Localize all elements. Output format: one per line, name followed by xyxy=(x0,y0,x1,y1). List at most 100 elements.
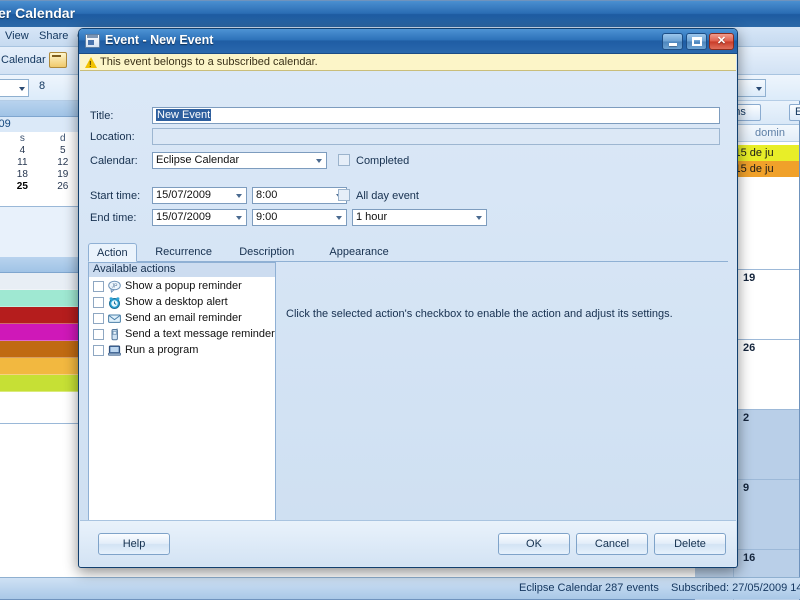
location-input[interactable] xyxy=(152,128,720,145)
event-dialog: Event - New Event ✕ This event belongs t… xyxy=(78,28,738,568)
action-list-item[interactable]: Show a desktop alert xyxy=(89,295,275,311)
action-list-item[interactable]: Run a program xyxy=(89,343,275,359)
tab-appearance[interactable]: Appearance xyxy=(321,243,396,262)
mini-calendar-week: 2223242526 xyxy=(0,180,83,192)
action-checkbox[interactable] xyxy=(93,329,104,340)
mini-calendar-days: 1234589101112151617181922232425262930 xyxy=(0,144,83,204)
mini-calendar-day[interactable]: 25 xyxy=(2,180,42,192)
tab-description[interactable]: Description xyxy=(231,243,302,262)
calendar-list-item[interactable]: s xyxy=(0,273,83,290)
action-checkbox[interactable] xyxy=(93,297,104,308)
mobile-phone-icon xyxy=(108,328,121,341)
completed-checkbox[interactable] xyxy=(338,154,350,166)
end-date-select[interactable]: 15/07/2009 xyxy=(152,209,247,226)
mini-calendar-day[interactable]: 4 xyxy=(2,144,42,156)
action-checkbox[interactable] xyxy=(93,345,104,356)
calendar-list-item[interactable]: ristian Holidays xyxy=(0,341,83,358)
week-day-number: 19 xyxy=(743,272,756,284)
background-statusbar: Eclipse Calendar 287 events Subscribed: … xyxy=(0,577,800,599)
end-hour-select[interactable]: 9:00 xyxy=(252,209,347,226)
action-label: Run a program xyxy=(125,344,199,356)
mini-calendar-day[interactable]: 12 xyxy=(43,156,83,168)
calendar-list-header: r List xyxy=(0,257,83,273)
toolbar-right-stub[interactable] xyxy=(736,79,766,97)
calendar-list-item[interactable]: on Phases Cale xyxy=(0,358,83,375)
mini-calendar-week: 1516171819 xyxy=(0,168,83,180)
dialog-titlebar[interactable]: Event - New Event ✕ xyxy=(79,29,737,54)
column-header-right: domin xyxy=(755,127,785,139)
all-day-event-checkbox[interactable] xyxy=(338,189,350,201)
mini-calendar-day[interactable]: 5 xyxy=(43,144,83,156)
ok-button[interactable]: OK xyxy=(498,533,570,555)
start-date-select[interactable]: 15/07/2009 xyxy=(152,187,247,204)
mini-calendar: oril de 2009 mjvsd 123458910111215161718… xyxy=(0,117,83,207)
calendar-list-item[interactable]: pse Calendar xyxy=(0,375,83,392)
all-day-event-label: All day event xyxy=(356,190,419,202)
computer-icon xyxy=(107,344,122,357)
mini-calendar-day[interactable]: 18 xyxy=(2,168,42,180)
menu-item-share[interactable]: Share xyxy=(39,30,68,42)
action-list-item[interactable]: JP Show a popup reminder xyxy=(89,279,275,295)
end-date-value: 15/07/2009 xyxy=(156,211,212,223)
status-calendar-name: Eclipse Calendar xyxy=(519,582,603,594)
calendar-label: Calendar: xyxy=(90,155,138,167)
completed-label: Completed xyxy=(356,155,410,167)
alarm-clock-icon xyxy=(108,296,121,309)
chevron-down-icon xyxy=(316,159,322,163)
mini-calendar-weekdays: mjvsd xyxy=(0,132,83,144)
minimize-icon xyxy=(669,43,677,46)
mini-calendar-day[interactable]: 11 xyxy=(2,156,42,168)
tab-action[interactable]: Action xyxy=(88,243,137,262)
action-list-item[interactable]: Send a text message reminder xyxy=(89,327,275,343)
screen: inder Calendar View Share C Calendar 8 o… xyxy=(0,0,800,600)
dialog-title: Event - New Event xyxy=(105,33,214,47)
action-label: Show a popup reminder xyxy=(125,280,242,292)
warning-text: This event belongs to a subscribed calen… xyxy=(100,56,318,68)
navigation-pane-header: on Pane xyxy=(0,101,83,117)
calendar-list[interactable]: srry Potterain Holidayse in 1 Yearristia… xyxy=(0,273,83,423)
chevron-down-icon xyxy=(236,216,242,220)
help-button[interactable]: Help xyxy=(98,533,170,555)
action-hint-text: Click the selected action's checkbox to … xyxy=(286,308,673,320)
action-checkbox[interactable] xyxy=(93,313,104,324)
duration-select[interactable]: 1 hour xyxy=(352,209,487,226)
tab-recurrence[interactable]: Recurrence xyxy=(147,243,220,262)
sidebar-list-area xyxy=(0,423,83,577)
calendar-list-item[interactable]: rry Potter xyxy=(0,290,83,307)
calendar-list-item[interactable]: e in 1 Year xyxy=(0,324,83,341)
action-list-item[interactable]: Send an email reminder xyxy=(89,311,275,327)
start-hour-select[interactable]: 8:00 xyxy=(252,187,347,204)
export-button[interactable]: Ex xyxy=(789,104,800,121)
mini-calendar-day[interactable]: 19 xyxy=(43,168,83,180)
start-time-label: Start time: xyxy=(90,190,141,202)
action-checkbox[interactable] xyxy=(93,281,104,292)
mini-calendar-day xyxy=(2,192,42,204)
close-button[interactable]: ✕ xyxy=(709,33,734,50)
mini-calendar-grid[interactable]: mjvsd 1234589101112151617181922232425262… xyxy=(0,132,83,204)
chevron-down-icon xyxy=(476,216,482,220)
mini-calendar-day[interactable]: 26 xyxy=(43,180,83,192)
envelope-icon xyxy=(108,312,121,325)
title-input[interactable]: New Event xyxy=(152,107,720,124)
delete-button[interactable]: Delete xyxy=(654,533,726,555)
chevron-down-icon xyxy=(19,87,25,91)
action-label: Send an email reminder xyxy=(125,312,242,324)
dialog-footer: Help OK Cancel Delete xyxy=(80,520,736,566)
toolbar-calendar-label[interactable]: Calendar xyxy=(1,54,46,66)
close-icon: ✕ xyxy=(716,35,727,47)
location-label: Location: xyxy=(90,131,135,143)
calendar-list-item[interactable]: ain Holidays xyxy=(0,307,83,324)
toolbar-combo-stub[interactable] xyxy=(0,79,29,97)
menu-item-view[interactable]: View xyxy=(5,30,29,42)
minimize-button[interactable] xyxy=(662,33,683,50)
cancel-button[interactable]: Cancel xyxy=(576,533,648,555)
chevron-down-icon xyxy=(236,194,242,198)
mini-calendar-title: oril de 2009 xyxy=(0,117,83,132)
title-input-value: New Event xyxy=(156,109,212,121)
action-label: Show a desktop alert xyxy=(125,296,228,308)
mini-calendar-week: 89101112 xyxy=(0,156,83,168)
calendar-select[interactable]: Eclipse Calendar xyxy=(152,152,327,169)
maximize-button[interactable] xyxy=(686,33,707,50)
calendar-icon[interactable] xyxy=(49,52,67,68)
dialog-tabstrip: Action Recurrence Description Appearance xyxy=(88,243,728,262)
